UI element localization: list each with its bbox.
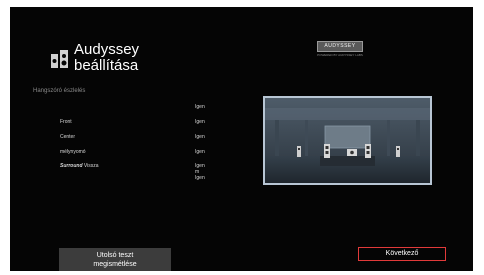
detection-header-value: Igen bbox=[195, 104, 205, 110]
room-preview-image bbox=[263, 96, 432, 185]
audyssey-logo: AUDYSSEY POWERED BY AUDYSSEY LABS bbox=[317, 41, 363, 63]
speaker-label: mélynyomó bbox=[60, 149, 86, 155]
retry-button-line-1: Utolsó teszt bbox=[96, 252, 134, 259]
speaker-detection-label: Hangszóró észlelés bbox=[33, 88, 86, 94]
page-title: Audyssey beállítása bbox=[74, 42, 139, 74]
retry-last-test-button[interactable]: Utolsó teszt megismétlése bbox=[59, 248, 171, 271]
speaker-label: Front bbox=[60, 119, 72, 125]
logo-subtext: POWERED BY AUDYSSEY LABS bbox=[317, 53, 363, 57]
retry-button-line-2: megismétlése bbox=[93, 261, 137, 268]
speaker-label: Center bbox=[60, 134, 76, 140]
speaker-label-bold: Surround bbox=[60, 163, 83, 169]
speaker-label-rest: Vissza bbox=[83, 163, 99, 169]
speaker-value: Igen bbox=[195, 149, 205, 155]
speaker-icon bbox=[51, 50, 69, 70]
speaker-label: Surround Vissza bbox=[60, 163, 99, 169]
speaker-value: Igen bbox=[195, 119, 205, 125]
setup-screen: Audyssey beállítása AUDYSSEY POWERED BY … bbox=[10, 7, 473, 271]
speaker-value: Igen bbox=[195, 175, 205, 181]
title-line-2: beállítása bbox=[74, 57, 139, 74]
next-button[interactable]: Következő bbox=[358, 247, 446, 261]
logo-wordmark: AUDYSSEY bbox=[317, 41, 363, 52]
speaker-value: Igen bbox=[195, 134, 205, 140]
title-line-1: Audyssey bbox=[74, 41, 140, 58]
